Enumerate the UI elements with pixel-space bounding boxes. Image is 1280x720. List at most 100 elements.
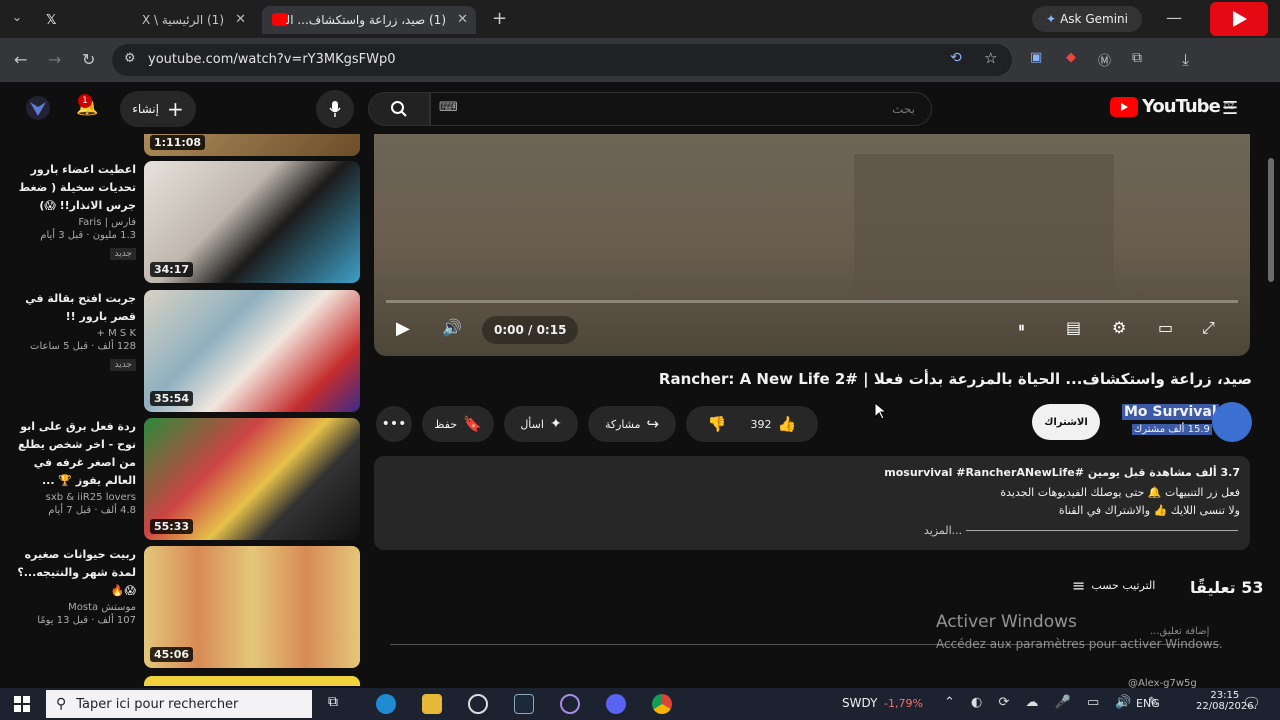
subtitles-icon[interactable]: ▤ <box>1066 318 1081 337</box>
settings-gear-icon[interactable]: ⚙ <box>1112 318 1126 337</box>
close-icon[interactable]: ✕ <box>235 12 246 27</box>
vertical-scrollbar[interactable] <box>1268 158 1274 282</box>
youtube-header: 🔔 1 إنشاء + ⌨ بحث YouTube DZ ☰ <box>0 82 1280 134</box>
channel-name: موستش Mosta <box>68 602 136 613</box>
new-badge: جديد <box>110 248 136 260</box>
extension-icon[interactable]: Ⓜ <box>1098 50 1111 69</box>
extension-icon[interactable]: ▣ <box>1030 50 1042 65</box>
duration-badge: 45:06 <box>150 647 194 662</box>
video-title: صيد، زراعة واستكشاف... الحياة بالمزرعة ب… <box>658 370 1252 388</box>
volume-icon[interactable]: 🔊 <box>442 318 462 337</box>
new-tab-icon[interactable]: + <box>492 8 507 29</box>
dislike-icon[interactable]: 👎 <box>708 415 727 433</box>
tab-label: (1) صيد، زراعة واستكشاف... الحياة <box>286 13 446 27</box>
create-button[interactable]: إنشاء + <box>120 91 196 127</box>
windows-start-icon[interactable] <box>14 696 30 712</box>
more-actions-button[interactable]: ••• <box>376 406 412 442</box>
account-avatar[interactable] <box>26 96 50 120</box>
video-thumbnail[interactable]: 45:06 <box>144 546 360 668</box>
list-item[interactable]: اعطيت اعضاء بارور تحديات سخيلة ( ضغط جرس… <box>6 161 136 260</box>
browser-tab-bar: ⌄ 𝕏 (1) الرئيسية \ X ✕ (1) صيد، زراعة وا… <box>0 0 1280 38</box>
activate-windows-title: Activer Windows <box>936 612 1077 632</box>
keyboard-icon[interactable]: ⌨ <box>439 100 458 115</box>
x-logo-icon: 𝕏 <box>46 13 57 28</box>
video-player[interactable]: ▶ 🔊 0:00 / 0:15 ⏸ ▤ ⚙ ▭ ⤢ <box>374 134 1250 356</box>
taskbar-search-input[interactable]: ⚲ Taper ici pour rechercher <box>46 690 312 718</box>
list-item[interactable]: ربيت حيوانات صغيره لمدة شهر والنتيجه...؟… <box>6 546 136 626</box>
download-icon[interactable]: ⤓ <box>1182 50 1189 70</box>
reload-icon[interactable]: ↻ <box>82 50 95 69</box>
notification-badge: 1 <box>78 94 92 108</box>
progress-bar[interactable] <box>386 300 1238 303</box>
save-button[interactable]: حفظ 🔖 <box>422 406 494 442</box>
channel-avatar[interactable] <box>1212 402 1252 442</box>
translate-icon[interactable]: ⟲ <box>950 50 962 66</box>
channel-name: M S K + <box>96 328 136 339</box>
steam-icon[interactable] <box>514 694 534 714</box>
sparkle-icon: ✦ <box>549 416 562 432</box>
extensions-puzzle-icon[interactable]: ⧉ <box>1132 50 1142 66</box>
play-icon <box>1233 11 1247 27</box>
subscribe-button[interactable]: الاشتراك <box>1032 404 1100 440</box>
duration-badge: 55:33 <box>150 519 194 534</box>
share-button[interactable]: مشاركة ↪ <box>588 406 676 442</box>
like-count: 392 <box>750 417 772 431</box>
stock-name[interactable]: SWDY <box>842 696 877 710</box>
windows-taskbar: ⚲ Taper ici pour rechercher ⧉ SWDY -1,79… <box>0 688 1280 720</box>
video-thumbnail[interactable]: 35:54 <box>144 290 360 412</box>
autoplay-toggle-icon[interactable]: ⏸ <box>1018 320 1025 336</box>
forward-icon[interactable]: → <box>48 50 61 69</box>
edge-browser-icon[interactable] <box>376 694 396 714</box>
ask-button[interactable]: اسأل ✦ <box>504 406 578 442</box>
task-view-icon[interactable]: ⧉ <box>328 694 348 714</box>
channel-name: فارس | Faris <box>78 217 136 228</box>
sort-label: الترتيب حسب <box>1091 579 1156 592</box>
chrome-icon[interactable] <box>652 694 672 714</box>
youtube-overlay-logo <box>1210 2 1268 36</box>
video-thumbnail[interactable] <box>144 676 360 686</box>
description-box[interactable]: 3.7 ألف مشاهدة قبل يومين #mosurvival #Ra… <box>374 456 1250 550</box>
search-button[interactable] <box>368 92 430 126</box>
address-bar[interactable]: ⚙ youtube.com/watch?v=rY3MKgsFWp0 ⟲ ☆ <box>112 44 1012 76</box>
list-item[interactable]: جربت افتح بقالة في قصر بارور !! M S K + … <box>6 290 136 371</box>
show-more-link[interactable]: ...المزيد <box>924 524 962 537</box>
play-icon[interactable]: ▶ <box>396 318 410 339</box>
list-item[interactable]: ردة فعل برق على ابو نوح - اخر شخص يطلع م… <box>6 418 136 516</box>
app-icon[interactable] <box>468 694 488 714</box>
site-info-icon[interactable]: ⚙ <box>124 51 136 66</box>
tab-x-home[interactable]: 𝕏 (1) الرئيسية \ X ✕ <box>36 6 254 34</box>
like-icon[interactable]: 👍 <box>778 415 797 433</box>
video-thumbnail[interactable]: 34:17 <box>144 161 360 283</box>
minimize-icon[interactable]: — <box>1166 8 1182 27</box>
fullscreen-icon[interactable]: ⤢ <box>1202 318 1215 338</box>
back-icon[interactable]: ← <box>14 50 27 69</box>
notification-center-icon[interactable]: 🗨 <box>1242 694 1261 712</box>
tab-search-icon[interactable]: ⌄ <box>12 10 22 24</box>
channel-name[interactable]: Mo Survival <box>1122 404 1219 420</box>
ask-gemini-label: Ask Gemini <box>1060 12 1128 26</box>
video-title: ربيت حيوانات صغيره لمدة شهر والنتيجه...؟… <box>17 548 136 597</box>
extension-icon[interactable]: ◆ <box>1066 50 1076 65</box>
menu-hamburger-icon[interactable]: ☰ <box>1222 98 1238 119</box>
video-thumbnail[interactable]: 1:11:08 <box>144 134 360 156</box>
app-icon[interactable] <box>560 694 580 714</box>
discord-icon[interactable] <box>606 694 626 714</box>
search-input[interactable]: ⌨ بحث <box>430 92 932 126</box>
tab-youtube-video[interactable]: (1) صيد، زراعة واستكشاف... الحياة ✕ <box>262 6 476 34</box>
search-icon <box>391 101 407 117</box>
youtube-logo-text: YouTube <box>1142 96 1221 117</box>
bookmark-star-icon[interactable]: ☆ <box>984 49 997 67</box>
youtube-logo[interactable]: YouTube DZ <box>1110 96 1234 117</box>
video-frame <box>854 154 1114 294</box>
close-icon[interactable]: ✕ <box>457 12 468 27</box>
subscriber-count: 15.9 ألف مشترك <box>1132 424 1212 435</box>
language-indicator[interactable]: ENG <box>1136 697 1160 710</box>
tray-icons[interactable]: ⌃ ◐ ⟳ ☁ 🎤 ▭ 🔊 ✎ <box>944 695 1165 710</box>
video-thumbnail[interactable]: 55:33 <box>144 418 360 540</box>
file-explorer-icon[interactable] <box>422 694 442 714</box>
sort-comments-button[interactable]: الترتيب حسب ≡ <box>1072 576 1155 595</box>
voice-search-button[interactable] <box>316 90 354 128</box>
video-title: اعطيت اعضاء بارور تحديات سخيلة ( ضغط جرس… <box>18 163 136 212</box>
ask-gemini-button[interactable]: ✦ Ask Gemini <box>1032 6 1142 32</box>
theater-mode-icon[interactable]: ▭ <box>1158 318 1173 337</box>
